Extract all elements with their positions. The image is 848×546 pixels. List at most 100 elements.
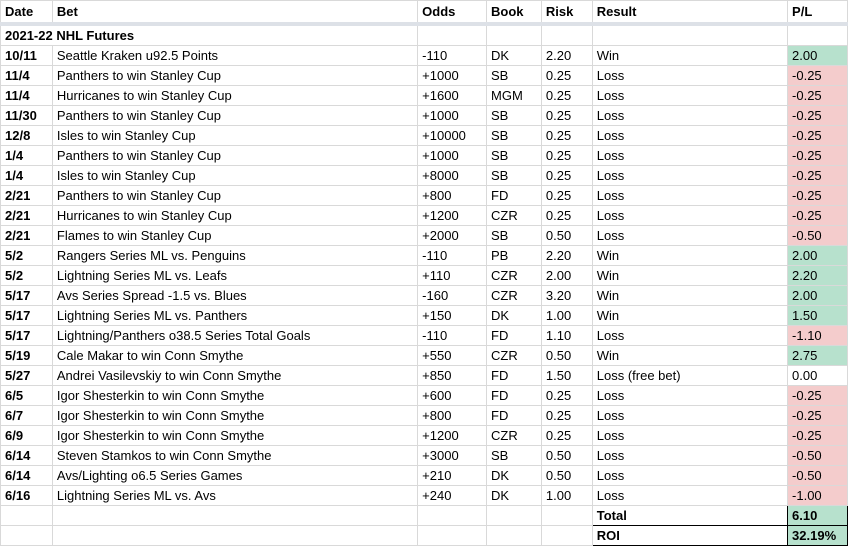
cell-bet[interactable]: Lightning Series ML vs. Leafs xyxy=(51,265,419,286)
cell-date[interactable]: 11/4 xyxy=(0,65,53,86)
cell-risk[interactable]: 0.25 xyxy=(540,185,593,206)
cell-bet[interactable]: Seattle Kraken u92.5 Points xyxy=(51,45,419,66)
cell-pl[interactable]: 2.75 xyxy=(787,345,848,366)
cell-bet[interactable]: Flames to win Stanley Cup xyxy=(51,225,419,246)
cell-pl[interactable]: -0.25 xyxy=(787,425,848,446)
cell-risk[interactable]: 0.25 xyxy=(540,105,593,126)
cell-risk[interactable]: 0.25 xyxy=(540,165,593,186)
cell-date[interactable]: 10/11 xyxy=(0,45,53,66)
cell-book[interactable]: CZR xyxy=(486,345,542,366)
cell-odds[interactable]: +110 xyxy=(417,265,488,286)
cell-result[interactable]: Loss (free bet) xyxy=(591,365,789,386)
cell-date[interactable]: 6/14 xyxy=(0,445,53,466)
cell-risk[interactable]: 1.10 xyxy=(540,325,593,346)
cell-odds[interactable]: -110 xyxy=(417,245,488,266)
cell-pl[interactable]: -0.50 xyxy=(787,225,848,246)
cell-book[interactable]: PB xyxy=(486,245,542,266)
cell-bet[interactable]: Cale Makar to win Conn Smythe xyxy=(51,345,419,366)
cell-book[interactable]: SB xyxy=(486,165,542,186)
cell-result[interactable]: Loss xyxy=(591,325,789,346)
cell-result[interactable]: Win xyxy=(591,245,789,266)
cell-bet[interactable]: Lightning/Panthers o38.5 Series Total Go… xyxy=(51,325,419,346)
cell-risk[interactable]: 0.50 xyxy=(540,465,593,486)
cell-book[interactable]: DK xyxy=(486,45,542,66)
cell-bet[interactable]: Panthers to win Stanley Cup xyxy=(51,185,419,206)
cell-odds[interactable]: +1000 xyxy=(417,145,488,166)
cell-risk[interactable]: 0.25 xyxy=(540,205,593,226)
cell-date[interactable]: 12/8 xyxy=(0,125,53,146)
cell-book[interactable]: DK xyxy=(486,305,542,326)
header-risk[interactable]: Risk xyxy=(540,0,593,26)
cell-result[interactable]: Loss xyxy=(591,205,789,226)
cell-book[interactable]: CZR xyxy=(486,205,542,226)
cell-result[interactable]: Loss xyxy=(591,185,789,206)
cell-risk[interactable]: 1.00 xyxy=(540,485,593,506)
cell-odds[interactable]: +1000 xyxy=(417,105,488,126)
cell-book[interactable]: FD xyxy=(486,325,542,346)
cell-odds[interactable]: +150 xyxy=(417,305,488,326)
cell-bet[interactable]: Andrei Vasilevskiy to win Conn Smythe xyxy=(51,365,419,386)
cell-result[interactable]: Loss xyxy=(591,445,789,466)
cell[interactable] xyxy=(540,23,593,46)
cell-date[interactable]: 5/19 xyxy=(0,345,53,366)
cell-book[interactable]: SB xyxy=(486,65,542,86)
cell-risk[interactable]: 0.50 xyxy=(540,225,593,246)
cell-result[interactable]: Loss xyxy=(591,85,789,106)
cell-odds[interactable]: +210 xyxy=(417,465,488,486)
cell-pl[interactable]: 2.00 xyxy=(787,245,848,266)
cell-date[interactable]: 5/2 xyxy=(0,265,53,286)
cell-odds[interactable]: +800 xyxy=(417,185,488,206)
cell-odds[interactable]: +600 xyxy=(417,385,488,406)
cell-result[interactable]: Loss xyxy=(591,105,789,126)
cell-book[interactable]: DK xyxy=(486,465,542,486)
cell-book[interactable]: FD xyxy=(486,405,542,426)
cell-bet[interactable]: Avs/Lighting o6.5 Series Games xyxy=(51,465,419,486)
cell-result[interactable]: Win xyxy=(591,305,789,326)
cell-result[interactable]: Win xyxy=(591,265,789,286)
cell-date[interactable]: 6/5 xyxy=(0,385,53,406)
cell[interactable] xyxy=(0,505,53,526)
cell-result[interactable]: Loss xyxy=(591,485,789,506)
cell-book[interactable]: FD xyxy=(486,365,542,386)
cell-book[interactable]: SB xyxy=(486,225,542,246)
cell-book[interactable]: CZR xyxy=(486,425,542,446)
cell-result[interactable]: Loss xyxy=(591,65,789,86)
cell-book[interactable]: FD xyxy=(486,185,542,206)
cell-bet[interactable]: Lightning Series ML vs. Avs xyxy=(51,485,419,506)
cell-risk[interactable]: 3.20 xyxy=(540,285,593,306)
cell-odds[interactable]: +2000 xyxy=(417,225,488,246)
cell[interactable] xyxy=(417,525,488,546)
cell-pl[interactable]: 2.20 xyxy=(787,265,848,286)
cell[interactable] xyxy=(486,23,542,46)
cell-pl[interactable]: -0.50 xyxy=(787,465,848,486)
cell[interactable] xyxy=(417,23,488,46)
cell-book[interactable]: DK xyxy=(486,485,542,506)
cell-date[interactable]: 1/4 xyxy=(0,145,53,166)
roi-value[interactable]: 32.19% xyxy=(787,525,848,546)
cell-bet[interactable]: Panthers to win Stanley Cup xyxy=(51,105,419,126)
cell-odds[interactable]: +850 xyxy=(417,365,488,386)
cell-result[interactable]: Loss xyxy=(591,405,789,426)
cell-date[interactable]: 2/21 xyxy=(0,185,53,206)
header-odds[interactable]: Odds xyxy=(417,0,488,26)
cell-date[interactable]: 11/30 xyxy=(0,105,53,126)
cell-odds[interactable]: +1000 xyxy=(417,65,488,86)
cell-pl[interactable]: -0.25 xyxy=(787,125,848,146)
cell-date[interactable]: 5/27 xyxy=(0,365,53,386)
cell-bet[interactable]: Panthers to win Stanley Cup xyxy=(51,65,419,86)
cell-result[interactable]: Loss xyxy=(591,465,789,486)
cell-pl[interactable]: -0.25 xyxy=(787,405,848,426)
cell-risk[interactable]: 0.25 xyxy=(540,425,593,446)
cell-odds[interactable]: +10000 xyxy=(417,125,488,146)
cell[interactable] xyxy=(486,505,542,526)
cell[interactable] xyxy=(540,525,593,546)
cell-bet[interactable]: Igor Shesterkin to win Conn Smythe xyxy=(51,425,419,446)
cell-date[interactable]: 6/16 xyxy=(0,485,53,506)
cell-book[interactable]: SB xyxy=(486,105,542,126)
cell-date[interactable]: 5/17 xyxy=(0,285,53,306)
header-result[interactable]: Result xyxy=(591,0,789,26)
cell-odds[interactable]: +1600 xyxy=(417,85,488,106)
cell-result[interactable]: Loss xyxy=(591,425,789,446)
cell-book[interactable]: MGM xyxy=(486,85,542,106)
cell-date[interactable]: 6/9 xyxy=(0,425,53,446)
